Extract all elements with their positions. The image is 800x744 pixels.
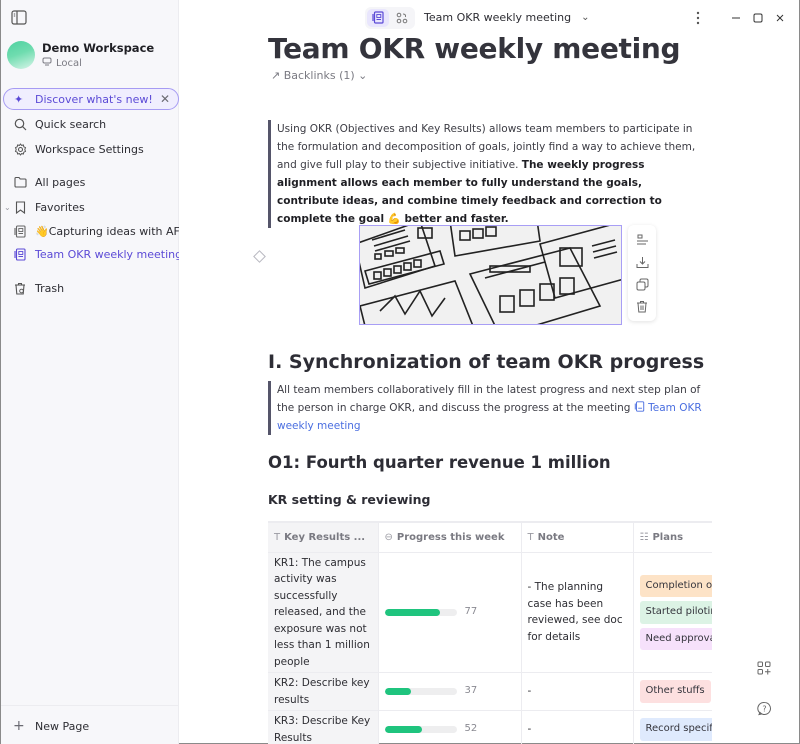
plan-tag[interactable]: Record specific: [639, 718, 712, 741]
kr-heading[interactable]: KR setting & reviewing: [268, 492, 431, 507]
workspace-avatar: [7, 41, 35, 69]
doc-title-dropdown[interactable]: Team OKR weekly meeting ⌄: [424, 11, 590, 24]
bookmark-icon: [13, 200, 27, 214]
section-heading-sync[interactable]: I. Synchronization of team OKR progress: [268, 351, 704, 373]
cell-plans[interactable]: Record specific: [633, 710, 712, 744]
plan-tag[interactable]: Started piloting: [639, 601, 712, 624]
help-icon[interactable]: ?: [754, 698, 774, 718]
cell-note[interactable]: - The planning case has been reviewed, s…: [521, 552, 634, 673]
objective-heading[interactable]: O1: Fourth quarter revenue 1 million: [268, 453, 611, 472]
close-window-icon[interactable]: [771, 9, 789, 27]
search-icon: [13, 117, 27, 131]
plan-tag[interactable]: Completion of b: [639, 574, 712, 597]
download-icon[interactable]: [634, 254, 650, 270]
maximize-icon[interactable]: [749, 9, 767, 27]
image-toolbar: [628, 225, 656, 321]
minimize-icon[interactable]: [727, 9, 745, 27]
column-header-key-results[interactable]: T Key Results ...: [268, 521, 379, 553]
sidebar-item-trash[interactable]: Trash: [1, 277, 179, 299]
progress-fill: [384, 608, 440, 616]
progress-type-icon: ⊖: [384, 531, 393, 543]
sparkle-icon: ✦: [14, 92, 24, 106]
page-icon: [13, 247, 27, 261]
multi-select-type-icon: ☷: [639, 531, 649, 543]
table-row[interactable]: KR2: Describe key results 37 - Other stuffs: [268, 672, 712, 711]
progress-value: 77: [464, 606, 478, 617]
column-header-note[interactable]: T Note: [521, 521, 634, 553]
page-mode-button[interactable]: [367, 9, 389, 27]
trash-icon: [13, 281, 27, 295]
page-title[interactable]: Team OKR weekly meeting: [268, 32, 681, 65]
page-link-icon: [634, 401, 645, 414]
edgeless-icon: [396, 9, 408, 28]
sidebar-toggle-icon[interactable]: [11, 10, 27, 25]
progress-bar[interactable]: [384, 688, 457, 695]
add-widget-icon[interactable]: [754, 658, 774, 678]
gear-icon: [13, 142, 27, 156]
editor-content: Team OKR weekly meeting ↗ Backlinks (1) …: [179, 32, 799, 744]
sidebar-item-capturing-ideas[interactable]: 👋Capturing ideas with AF...: [1, 220, 179, 242]
delete-icon[interactable]: [634, 298, 650, 314]
column-header-plans[interactable]: ☷ Plans: [633, 521, 712, 553]
more-options-icon[interactable]: [689, 9, 707, 27]
workspace-type: Local: [56, 57, 82, 69]
plan-tag[interactable]: Need approval c: [639, 627, 712, 650]
plan-tag[interactable]: Other stuffs: [639, 680, 711, 703]
cell-progress[interactable]: 52: [378, 710, 522, 744]
edgeless-mode-button[interactable]: [391, 9, 413, 27]
app-window: Demo Workspace Local ✦ Discover what's n…: [0, 0, 800, 744]
cell-note[interactable]: -: [521, 710, 634, 744]
page-icon: [13, 224, 27, 238]
cell-progress[interactable]: 77: [378, 552, 522, 673]
kr-table: T Key Results ... ⊖ Progress this week T No…: [268, 521, 712, 744]
sidebar: Demo Workspace Local ✦ Discover what's n…: [1, 0, 179, 744]
progress-value: 37: [464, 685, 478, 697]
sidebar-divider: [1, 705, 179, 706]
progress-fill: [384, 726, 422, 733]
sidebar-item-workspace-settings[interactable]: Workspace Settings: [1, 138, 179, 160]
intro-quote[interactable]: Using OKR (Objectives and Key Results) a…: [268, 120, 703, 228]
discover-label: Discover what's new!: [35, 92, 153, 106]
progress-bar[interactable]: [384, 726, 457, 733]
view-switcher: [365, 7, 415, 29]
cell-note[interactable]: -: [521, 672, 634, 711]
table-row[interactable]: KR1: The campus activity was successfull…: [268, 552, 712, 673]
backlinks-toggle[interactable]: ↗ Backlinks (1) ⌄: [271, 69, 367, 82]
discover-whats-new-banner[interactable]: ✦ Discover what's new! ✕: [3, 88, 179, 110]
copy-icon[interactable]: [634, 276, 650, 292]
progress-bar[interactable]: [384, 608, 457, 616]
sketch-image[interactable]: [359, 225, 622, 325]
progress-fill: [384, 688, 412, 695]
sidebar-item-all-pages[interactable]: All pages: [1, 171, 179, 193]
column-header-progress[interactable]: ⊖ Progress this week: [378, 521, 522, 553]
new-page-button[interactable]: + New Page: [1, 715, 179, 737]
plus-icon: +: [13, 718, 25, 734]
block-drag-handle[interactable]: [253, 250, 266, 263]
chevron-down-icon: ⌄: [581, 12, 590, 23]
sidebar-item-team-okr[interactable]: Team OKR weekly meeting: [1, 243, 179, 265]
cell-key-result[interactable]: KR1: The campus activity was successfull…: [268, 552, 379, 673]
close-icon[interactable]: ✕: [160, 92, 170, 106]
folder-icon: [13, 175, 27, 189]
workspace-name: Demo Workspace: [42, 41, 155, 55]
sidebar-item-favorites[interactable]: ⌄ Favorites: [1, 196, 179, 218]
progress-value: 52: [464, 723, 478, 735]
caption-icon[interactable]: [634, 232, 650, 248]
table-row[interactable]: KR3: Describe Key Results 52 - Record speci…: [268, 710, 712, 744]
workspace-switcher[interactable]: Demo Workspace Local: [7, 41, 154, 69]
page-icon: [372, 9, 384, 28]
cell-key-result[interactable]: KR2: Describe key results: [268, 672, 379, 711]
sidebar-item-quick-search[interactable]: Quick search: [1, 113, 179, 135]
local-storage-icon: [42, 57, 52, 69]
text-type-icon: T: [527, 531, 534, 543]
text-type-icon: T: [274, 531, 281, 543]
cell-plans[interactable]: Completion of b Started piloting Need appr…: [633, 552, 712, 673]
top-bar: Team OKR weekly meeting ⌄: [179, 0, 799, 36]
cell-key-result[interactable]: KR3: Describe Key Results: [268, 710, 379, 744]
cell-plans[interactable]: Other stuffs: [633, 672, 712, 711]
chevron-down-icon[interactable]: ⌄: [4, 203, 11, 212]
cell-progress[interactable]: 37: [378, 672, 522, 711]
svg-text:?: ?: [762, 704, 766, 713]
section-quote[interactable]: All team members collaboratively fill in…: [268, 381, 703, 435]
